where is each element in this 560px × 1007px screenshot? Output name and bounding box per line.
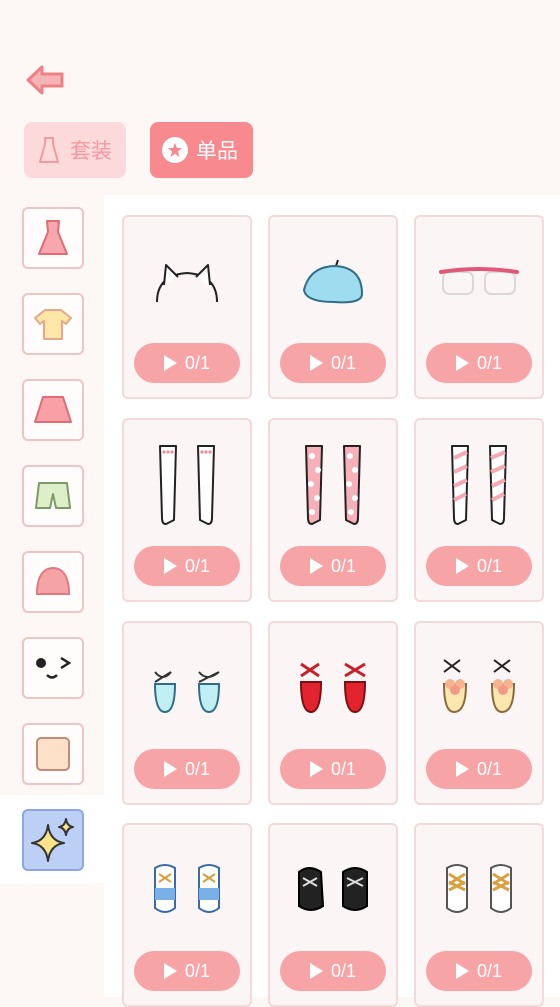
watch-ad-button[interactable]: 0/1 xyxy=(426,546,532,586)
item-image xyxy=(426,635,532,741)
item-grid: 0/1 0/1 0/1 0/1 0/1 0/1 0/1 0/1 0/1 0/1 … xyxy=(104,195,560,1007)
item-card-black-boots[interactable]: 0/1 xyxy=(268,823,398,1007)
item-image xyxy=(134,432,240,538)
play-icon xyxy=(455,761,469,777)
white-sneakers-icon xyxy=(446,864,512,913)
play-icon xyxy=(309,355,323,371)
category-dress[interactable] xyxy=(22,207,84,269)
category-sidebar xyxy=(0,195,104,997)
watch-ad-button[interactable]: 0/1 xyxy=(426,951,532,991)
striped-stockings-icon xyxy=(451,445,507,525)
watch-ad-button[interactable]: 0/1 xyxy=(426,749,532,789)
watch-ad-button[interactable]: 0/1 xyxy=(280,343,386,383)
item-image xyxy=(426,229,532,335)
tab-outfit-label: 套装 xyxy=(70,140,112,163)
watch-ad-button[interactable]: 0/1 xyxy=(134,343,240,383)
shorts-icon xyxy=(35,482,71,509)
item-image xyxy=(134,635,240,741)
play-icon xyxy=(163,355,177,371)
white-stockings-icon xyxy=(159,445,215,525)
black-boots-icon xyxy=(298,867,368,911)
blue-ballet-shoes-icon xyxy=(153,671,221,714)
tab-single-label: 单品 xyxy=(196,140,238,163)
item-image xyxy=(280,229,386,335)
play-icon xyxy=(455,963,469,979)
item-card-white-stockings[interactable]: 0/1 xyxy=(122,418,252,602)
item-image xyxy=(134,229,240,335)
blue-sneakers-icon xyxy=(154,864,220,913)
category-face[interactable] xyxy=(22,637,84,699)
unlock-progress: 0/1 xyxy=(330,555,357,576)
item-card-red-ballet-shoes[interactable]: 0/1 xyxy=(268,621,398,805)
category-hair[interactable] xyxy=(22,551,84,613)
dress-icon xyxy=(36,137,62,163)
play-icon xyxy=(309,558,323,574)
play-icon xyxy=(163,963,177,979)
play-icon xyxy=(163,761,177,777)
item-image xyxy=(280,635,386,741)
item-card-flower-sandals[interactable]: 0/1 xyxy=(414,621,544,805)
play-icon xyxy=(455,558,469,574)
play-icon xyxy=(163,558,177,574)
unlock-progress: 0/1 xyxy=(476,352,503,373)
back-arrow-icon xyxy=(26,65,64,95)
item-image xyxy=(280,432,386,538)
hair-icon xyxy=(35,566,71,595)
item-card-blue-beret[interactable]: 0/1 xyxy=(268,215,398,399)
play-icon xyxy=(455,355,469,371)
item-card-glasses[interactable]: 0/1 xyxy=(414,215,544,399)
unlock-progress: 0/1 xyxy=(476,960,503,981)
shirt-icon xyxy=(34,309,72,340)
item-image xyxy=(280,837,386,943)
category-top[interactable] xyxy=(22,293,84,355)
item-card-polka-dot-stockings[interactable]: 0/1 xyxy=(268,418,398,602)
category-shorts[interactable] xyxy=(22,465,84,527)
unlock-progress: 0/1 xyxy=(330,960,357,981)
category-skin[interactable] xyxy=(22,723,84,785)
mode-tabs: 套装 单品 xyxy=(24,122,253,178)
item-image xyxy=(426,837,532,943)
red-ballet-shoes-icon xyxy=(299,662,367,714)
dress-icon xyxy=(38,220,68,255)
unlock-progress: 0/1 xyxy=(184,960,211,981)
watch-ad-button[interactable]: 0/1 xyxy=(280,749,386,789)
watch-ad-button[interactable]: 0/1 xyxy=(134,546,240,586)
face-icon xyxy=(36,656,72,679)
unlock-progress: 0/1 xyxy=(184,555,211,576)
star-icon xyxy=(162,137,188,163)
unlock-progress: 0/1 xyxy=(330,758,357,779)
unlock-progress: 0/1 xyxy=(184,758,211,779)
back-button[interactable] xyxy=(24,60,68,100)
category-skirt[interactable] xyxy=(22,379,84,441)
play-icon xyxy=(309,761,323,777)
item-image xyxy=(426,432,532,538)
watch-ad-button[interactable]: 0/1 xyxy=(280,951,386,991)
category-accessories[interactable] xyxy=(22,809,84,871)
cat-ear-headband-icon xyxy=(156,264,218,303)
watch-ad-button[interactable]: 0/1 xyxy=(280,546,386,586)
item-image xyxy=(134,837,240,943)
flower-sandals-icon xyxy=(442,659,516,714)
play-icon xyxy=(309,963,323,979)
item-card-blue-ballet-shoes[interactable]: 0/1 xyxy=(122,621,252,805)
item-card-cat-ear-headband[interactable]: 0/1 xyxy=(122,215,252,399)
unlock-progress: 0/1 xyxy=(330,352,357,373)
tab-outfit[interactable]: 套装 xyxy=(24,122,126,178)
watch-ad-button[interactable]: 0/1 xyxy=(426,343,532,383)
glasses-icon xyxy=(439,267,519,295)
skirt-icon xyxy=(34,396,72,423)
sparkle-icon xyxy=(31,818,74,862)
skin-swatch-icon xyxy=(36,737,70,771)
unlock-progress: 0/1 xyxy=(476,555,503,576)
unlock-progress: 0/1 xyxy=(476,758,503,779)
unlock-progress: 0/1 xyxy=(184,352,211,373)
item-card-striped-stockings[interactable]: 0/1 xyxy=(414,418,544,602)
tab-single-item[interactable]: 单品 xyxy=(150,122,253,178)
item-card-blue-sneakers[interactable]: 0/1 xyxy=(122,823,252,1007)
watch-ad-button[interactable]: 0/1 xyxy=(134,951,240,991)
polka-dot-stockings-icon xyxy=(305,445,361,525)
watch-ad-button[interactable]: 0/1 xyxy=(134,749,240,789)
blue-beret-icon xyxy=(302,259,364,304)
item-card-white-sneakers[interactable]: 0/1 xyxy=(414,823,544,1007)
